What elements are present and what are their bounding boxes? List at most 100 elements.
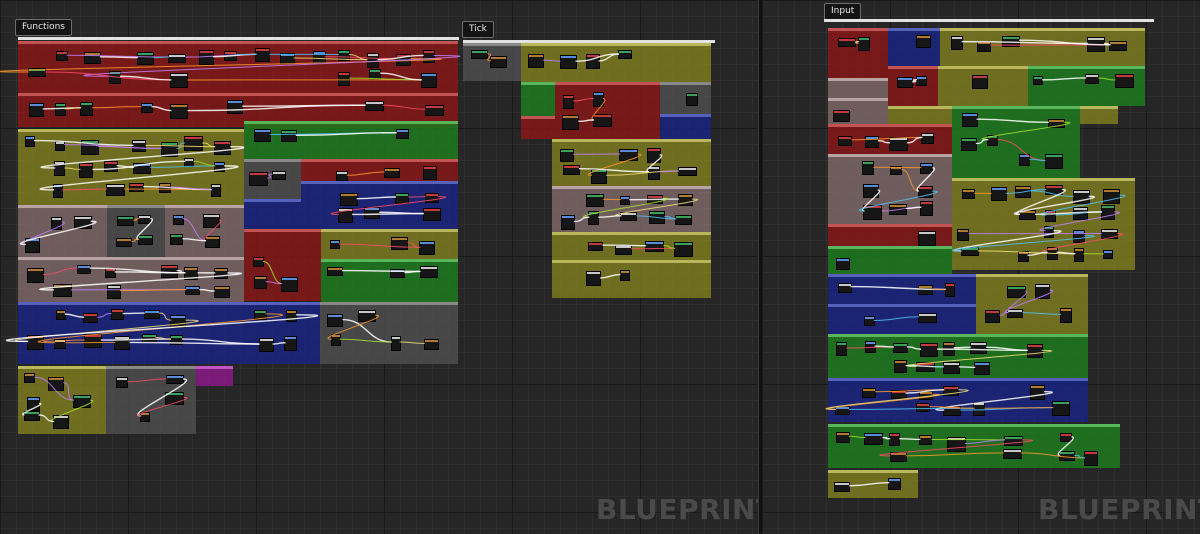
comment-box[interactable]	[828, 378, 1088, 422]
graph-node[interactable]	[921, 201, 933, 215]
graph-node[interactable]	[1104, 189, 1120, 203]
graph-node[interactable]	[392, 237, 408, 249]
comment-box[interactable]	[18, 129, 244, 206]
comment-box[interactable]	[521, 43, 711, 82]
graph-node[interactable]	[105, 268, 115, 277]
graph-node[interactable]	[340, 194, 357, 206]
comment-box[interactable]	[552, 260, 711, 298]
comment-box[interactable]	[552, 139, 711, 186]
comment-box[interactable]	[888, 28, 940, 66]
graph-node[interactable]	[115, 337, 130, 350]
graph-node[interactable]	[74, 216, 91, 228]
graph-node[interactable]	[919, 391, 932, 399]
graph-node[interactable]	[52, 217, 62, 229]
graph-node[interactable]	[81, 140, 98, 154]
comment-box[interactable]	[1080, 106, 1118, 124]
graph-node[interactable]	[27, 398, 39, 411]
graph-node[interactable]	[286, 310, 296, 321]
graph-node[interactable]	[111, 310, 123, 320]
graph-node[interactable]	[171, 74, 188, 88]
graph-node[interactable]	[365, 102, 383, 111]
graph-node[interactable]	[589, 212, 599, 225]
graph-node[interactable]	[616, 245, 632, 254]
graph-node[interactable]	[948, 437, 965, 451]
graph-node[interactable]	[25, 238, 39, 252]
graph-node[interactable]	[1087, 37, 1104, 51]
graph-node[interactable]	[1073, 207, 1087, 219]
graph-node[interactable]	[1008, 287, 1026, 298]
graph-node[interactable]	[396, 193, 409, 203]
graph-node[interactable]	[647, 149, 660, 163]
graph-node[interactable]	[898, 78, 913, 88]
graph-node[interactable]	[922, 133, 934, 143]
graph-node[interactable]	[185, 268, 198, 280]
graph-node[interactable]	[864, 317, 874, 326]
graph-node[interactable]	[396, 129, 408, 138]
graph-node[interactable]	[916, 363, 934, 372]
graph-node[interactable]	[1004, 436, 1022, 445]
graph-node[interactable]	[1027, 345, 1042, 358]
graph-node[interactable]	[359, 311, 376, 322]
graph-node[interactable]	[920, 436, 932, 445]
comment-box[interactable]	[321, 229, 458, 259]
graph-node[interactable]	[563, 115, 579, 129]
graph-node[interactable]	[338, 50, 349, 60]
graph-node[interactable]	[117, 378, 128, 388]
graph-node[interactable]	[25, 137, 34, 147]
graph-node[interactable]	[918, 313, 936, 322]
graph-node[interactable]	[328, 268, 343, 276]
graph-node[interactable]	[944, 386, 959, 395]
graph-node[interactable]	[1115, 75, 1133, 87]
graph-node[interactable]	[678, 195, 692, 206]
comment-box[interactable]	[521, 82, 555, 116]
graph-node[interactable]	[560, 56, 576, 69]
graph-node[interactable]	[919, 286, 933, 295]
graph-node[interactable]	[328, 315, 343, 327]
graph-node[interactable]	[256, 49, 270, 62]
graph-node[interactable]	[424, 339, 438, 349]
graph-node[interactable]	[166, 392, 184, 404]
graph-node[interactable]	[141, 103, 152, 112]
graph-node[interactable]	[675, 242, 693, 256]
graph-node[interactable]	[1073, 191, 1089, 204]
graph-node[interactable]	[951, 36, 962, 49]
graph-node[interactable]	[891, 390, 906, 398]
graph-node[interactable]	[561, 149, 574, 161]
blueprint-graph-right[interactable]: Input BLUEPRINT	[762, 0, 1200, 534]
graph-node[interactable]	[171, 235, 183, 245]
comment-box[interactable]	[888, 66, 938, 106]
graph-node[interactable]	[865, 136, 878, 147]
comment-box[interactable]	[165, 205, 244, 257]
graph-node[interactable]	[49, 377, 64, 390]
graph-node[interactable]	[943, 342, 954, 355]
graph-node[interactable]	[272, 171, 285, 179]
graph-node[interactable]	[56, 141, 65, 150]
graph-node[interactable]	[586, 55, 599, 69]
comment-box[interactable]	[18, 41, 458, 93]
graph-node[interactable]	[676, 215, 692, 224]
graph-node[interactable]	[836, 258, 849, 269]
tab-input[interactable]: Input	[824, 3, 862, 20]
graph-node[interactable]	[185, 137, 203, 151]
graph-node[interactable]	[365, 208, 380, 219]
graph-node[interactable]	[250, 172, 268, 185]
graph-node[interactable]	[391, 336, 400, 350]
graph-node[interactable]	[224, 51, 236, 60]
graph-node[interactable]	[587, 272, 601, 286]
graph-node[interactable]	[1061, 434, 1072, 442]
graph-node[interactable]	[893, 343, 907, 352]
comment-box[interactable]	[828, 78, 888, 98]
graph-node[interactable]	[199, 51, 213, 65]
graph-node[interactable]	[1020, 211, 1036, 220]
graph-node[interactable]	[921, 164, 933, 174]
graph-node[interactable]	[1060, 452, 1075, 461]
graph-node[interactable]	[991, 188, 1006, 201]
comment-box[interactable]	[828, 304, 976, 334]
graph-node[interactable]	[384, 168, 399, 177]
comment-box[interactable]	[244, 199, 301, 230]
graph-node[interactable]	[185, 158, 194, 166]
graph-node[interactable]	[894, 361, 906, 373]
graph-node[interactable]	[28, 269, 44, 283]
graph-node[interactable]	[962, 114, 977, 127]
graph-node[interactable]	[975, 362, 990, 374]
